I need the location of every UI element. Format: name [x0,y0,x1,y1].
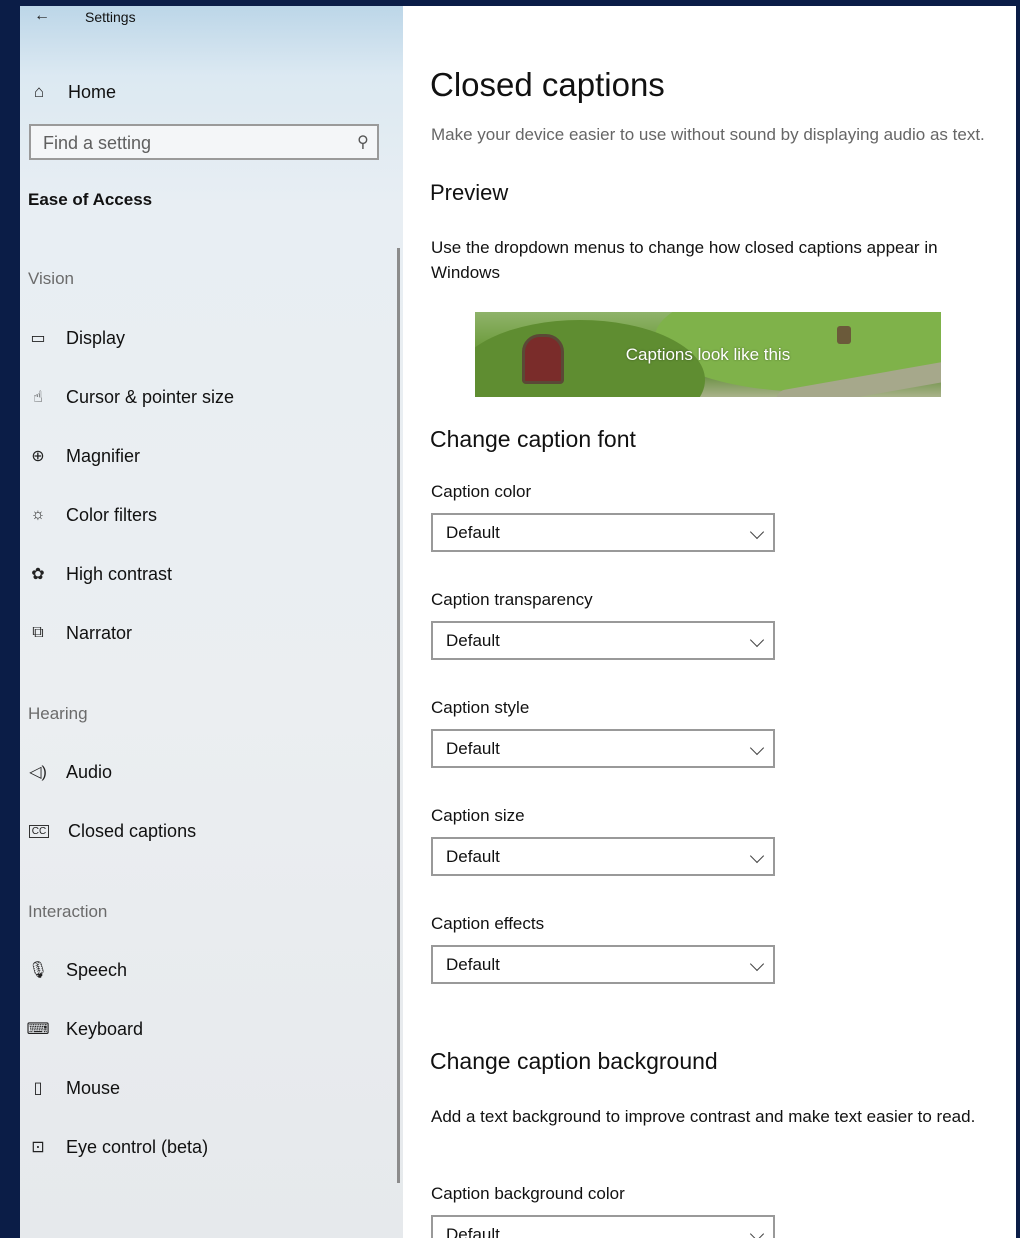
sidebar-item-label: Audio [66,761,113,782]
group-heading-interaction: Interaction [28,902,108,921]
app-title: Settings [85,9,136,25]
page-title: Closed captions [430,66,665,103]
dropdown-value: Default [446,523,500,542]
magnifier-icon: ⊕ [31,448,45,465]
monitor-icon: ▭ [30,330,46,347]
chevron-down-icon [749,956,765,972]
sidebar-item-cursor[interactable]: ☝ Cursor & pointer size [26,377,386,417]
main-content: Closed captions Make your device easier … [403,6,1016,1238]
caption-color-dropdown[interactable]: Default [431,513,775,552]
page-description: Make your device easier to use without s… [431,125,985,144]
sidebar-item-eye-control[interactable]: ⊡ Eye control (beta) [26,1127,386,1167]
chevron-down-icon [749,740,765,756]
title-bar: ← Settings [20,6,403,32]
sidebar-item-label: Narrator [66,622,133,643]
caption-preview-image: Captions look like this [475,312,941,397]
dropdown-value: Default [446,1225,500,1238]
sidebar-item-audio[interactable]: ◁) Audio [26,752,386,792]
narrator-icon: ⧉ [32,624,44,641]
sidebar-item-high-contrast[interactable]: ✿ High contrast [26,554,386,594]
sidebar-item-label: Color filters [66,504,158,525]
eye-control-icon: ⊡ [31,1139,45,1156]
sidebar-item-label: Eye control (beta) [66,1136,209,1157]
sidebar-item-magnifier[interactable]: ⊕ Magnifier [26,436,386,476]
sidebar-item-label: Magnifier [66,445,141,466]
sidebar-item-label: Display [66,327,126,348]
sidebar-item-color-filters[interactable]: ☼ Color filters [26,495,386,535]
sidebar-item-label: Speech [66,959,128,980]
group-heading-hearing: Hearing [28,704,88,723]
dropdown-value: Default [446,631,500,650]
preview-heading: Preview [430,180,509,205]
back-arrow-icon: ← [34,7,50,24]
speaker-icon: ◁) [29,764,47,781]
caption-background-color-dropdown[interactable]: Default [431,1215,775,1238]
caption-size-dropdown[interactable]: Default [431,837,775,876]
dropdown-value: Default [446,955,500,974]
preview-description: Use the dropdown menus to change how clo… [431,238,938,282]
sidebar-item-keyboard[interactable]: ⌨ Keyboard [26,1009,386,1049]
chevron-down-icon [749,524,765,540]
search-input[interactable]: Find a setting ⚲ [29,124,379,160]
settings-window: ← Settings ⌂ Home Find a setting ⚲ Ease … [20,6,1016,1238]
microphone-icon: 🎙︎ [27,962,49,979]
chevron-down-icon [749,1226,765,1238]
preview-caption-text: Captions look like this [625,345,791,364]
caption-size-label: Caption size [431,806,525,825]
cc-icon: CC [29,824,49,838]
chevron-down-icon [749,848,765,864]
search-placeholder: Find a setting [43,133,152,153]
sidebar-item-label: Mouse [66,1077,121,1098]
caption-transparency-label: Caption transparency [431,590,593,609]
mouse-icon: ▯ [33,1080,43,1097]
sidebar-item-narrator[interactable]: ⧉ Narrator [26,613,386,653]
sidebar-item-label: Cursor & pointer size [66,386,235,407]
caption-effects-dropdown[interactable]: Default [431,945,775,984]
section-title: Ease of Access [28,190,153,209]
group-heading-vision: Vision [28,269,74,288]
preview-chimney [837,326,851,344]
caption-transparency-dropdown[interactable]: Default [431,621,775,660]
sidebar-item-label: High contrast [66,563,173,584]
sidebar-item-label: Closed captions [68,820,197,841]
sidebar: ← Settings ⌂ Home Find a setting ⚲ Ease … [20,6,403,1238]
sidebar-item-label: Keyboard [66,1018,144,1039]
chevron-down-icon [749,632,765,648]
caption-effects-label: Caption effects [431,914,545,933]
background-section-heading: Change caption background [430,1048,718,1074]
sidebar-item-mouse[interactable]: ▯ Mouse [26,1068,386,1108]
search-icon: ⚲ [357,134,369,151]
palette-icon: ✿ [31,566,45,583]
caption-style-dropdown[interactable]: Default [431,729,775,768]
sidebar-item-display[interactable]: ▭ Display [26,318,386,358]
sidebar-item-speech[interactable]: 🎙︎ Speech [26,950,386,990]
keyboard-icon: ⌨ [26,1021,50,1038]
caption-style-label: Caption style [431,698,530,717]
dropdown-value: Default [446,739,500,758]
font-section-heading: Change caption font [430,426,636,452]
home-label: Home [68,81,117,102]
home-nav-item[interactable]: ⌂ Home [28,72,388,112]
sun-icon: ☼ [30,506,46,523]
caption-color-label: Caption color [431,482,532,501]
background-section-description: Add a text background to improve contras… [431,1107,976,1126]
caption-background-color-label: Caption background color [431,1184,625,1203]
sidebar-item-closed-captions[interactable]: CC Closed captions [26,811,386,851]
dropdown-value: Default [446,847,500,866]
home-icon: ⌂ [33,82,45,101]
cursor-icon: ☝ [33,389,43,406]
sidebar-scrollbar[interactable] [397,248,400,1183]
back-button[interactable]: ← [30,6,54,28]
